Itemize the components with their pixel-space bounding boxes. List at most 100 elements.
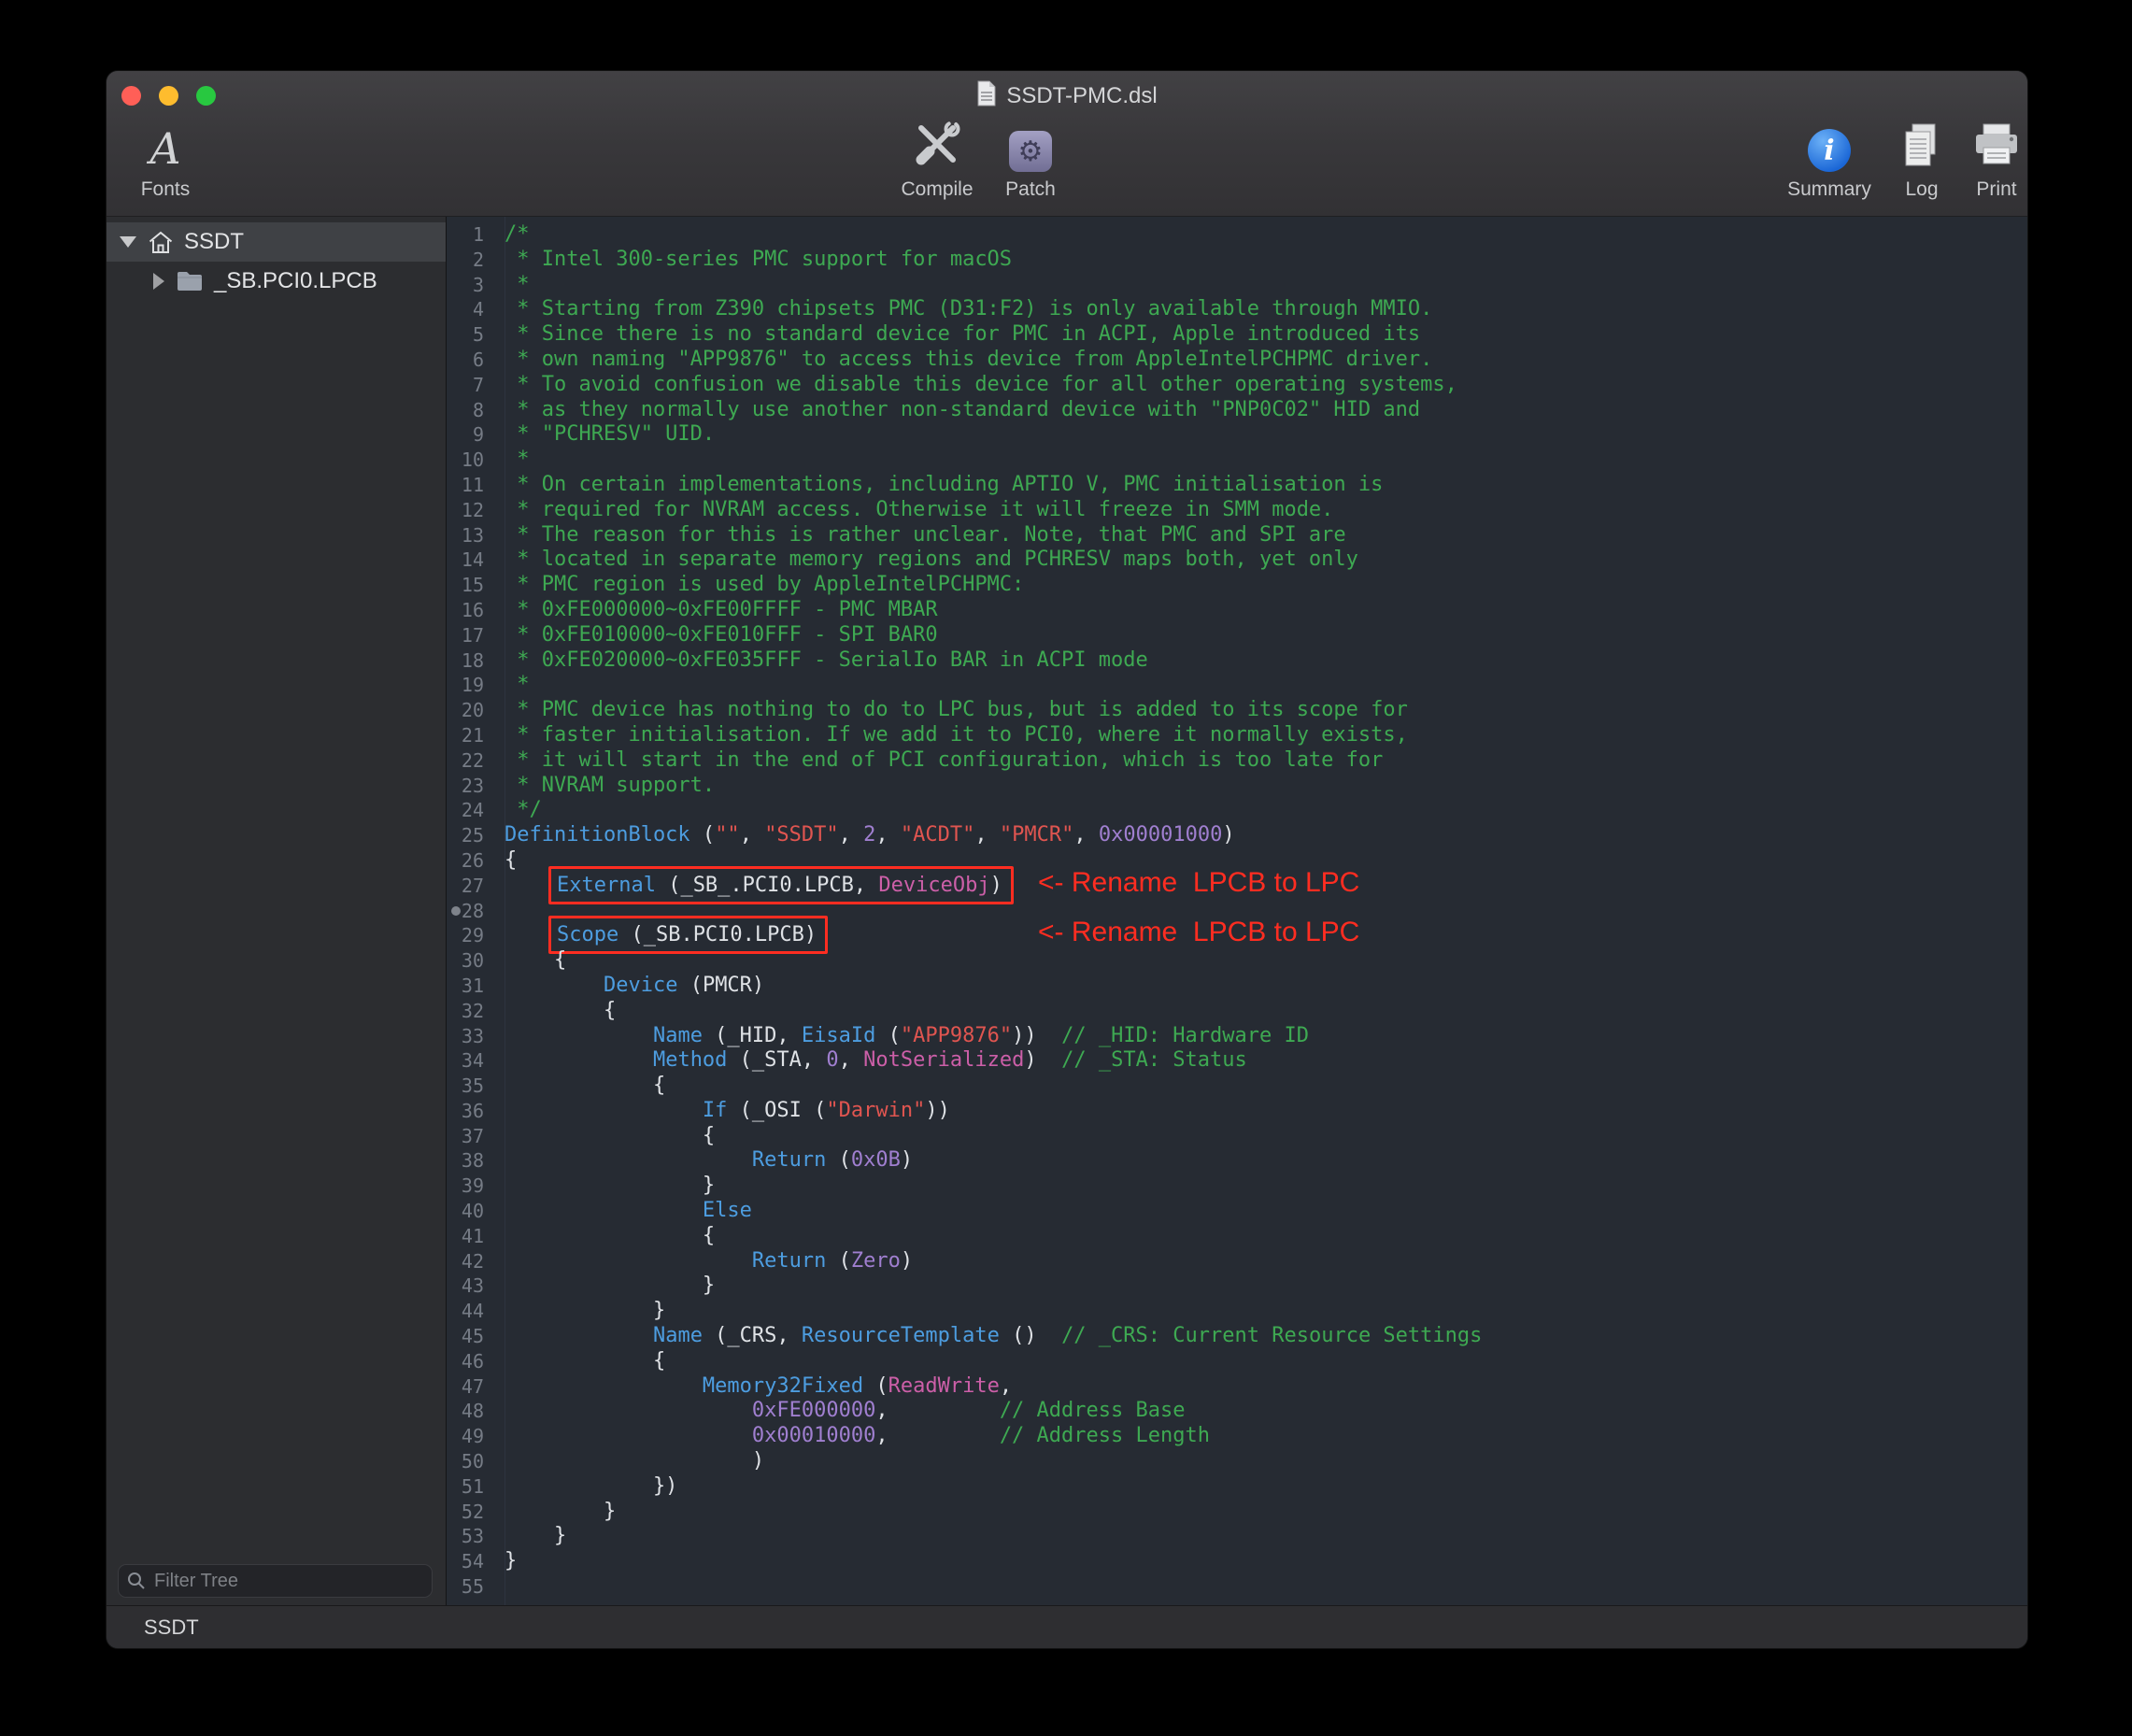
line-number: 11 [447, 473, 493, 498]
line-number: 14 [447, 548, 493, 573]
patch-label: Patch [1005, 178, 1056, 201]
print-label: Print [1976, 178, 2016, 201]
code-line: 1/* [447, 222, 2027, 248]
code-line: 37 { [447, 1124, 2027, 1149]
code-line: 5 * Since there is no standard device fo… [447, 322, 2027, 348]
code-line: 4 * Starting from Z390 chipsets PMC (D31… [447, 297, 2027, 322]
line-number: 10 [447, 448, 493, 473]
line-number: 1 [447, 222, 493, 248]
fonts-button[interactable]: A Fonts [123, 121, 207, 201]
line-number: 47 [447, 1374, 493, 1400]
line-number: 15 [447, 573, 493, 598]
gear-icon: ⚙ [1018, 135, 1044, 168]
compile-button[interactable]: Compile [886, 121, 988, 201]
line-number: 52 [447, 1500, 493, 1525]
line-number: 44 [447, 1299, 493, 1324]
statusbar: SSDT [107, 1605, 2027, 1648]
code-line: 9 * "PCHRESV" UID. [447, 422, 2027, 448]
code-line: 51 }) [447, 1474, 2027, 1500]
code-line: 21 * faster initialisation. If we add it… [447, 723, 2027, 748]
line-number: 48 [447, 1399, 493, 1424]
code-line: 41 { [447, 1224, 2027, 1249]
code-line: 43 } [447, 1274, 2027, 1299]
code-line: 29 Scope (_SB.PCI0.LPCB)<- Rename LPCB t… [447, 923, 2027, 948]
compile-label: Compile [901, 178, 973, 201]
fonts-icon: A [149, 125, 180, 172]
code-line: 31 Device (PMCR) [447, 974, 2027, 999]
line-number: 32 [447, 999, 493, 1024]
line-number: 18 [447, 648, 493, 674]
line-number: 17 [447, 623, 493, 648]
line-number: 6 [447, 348, 493, 373]
line-number: 20 [447, 698, 493, 723]
statusbar-text: SSDT [144, 1615, 199, 1640]
code-line: 53 } [447, 1524, 2027, 1549]
line-number: 8 [447, 398, 493, 423]
code-line: 8 * as they normally use another non-sta… [447, 398, 2027, 423]
line-number: 26 [447, 848, 493, 874]
patch-button[interactable]: ⚙ Patch [988, 121, 1073, 201]
code-line: 39 } [447, 1174, 2027, 1199]
line-number: 49 [447, 1424, 493, 1449]
line-number: 54 [447, 1549, 493, 1574]
patch-icon: ⚙ [1009, 131, 1052, 172]
code-line: 17 * 0xFE010000~0xFE010FFF - SPI BAR0 [447, 623, 2027, 648]
filter-tree-input[interactable] [118, 1564, 433, 1598]
line-number: 7 [447, 373, 493, 398]
code-line: 19 * [447, 673, 2027, 698]
line-number: 36 [447, 1099, 493, 1124]
code-line: 20 * PMC device has nothing to do to LPC… [447, 698, 2027, 723]
line-number: 16 [447, 598, 493, 623]
compile-tools-icon [910, 121, 964, 172]
line-number: 19 [447, 673, 493, 698]
tree-item-ssdt[interactable]: SSDT [107, 222, 446, 262]
code-line: 40 Else [447, 1199, 2027, 1224]
tree-item-label: _SB.PCI0.LPCB [214, 268, 377, 294]
info-icon: i [1808, 129, 1851, 172]
line-number: 3 [447, 273, 493, 298]
line-number: 39 [447, 1174, 493, 1199]
line-number: 27 [447, 874, 493, 899]
line-number: 2 [447, 248, 493, 273]
code-line: 45 Name (_CRS, ResourceTemplate () // _C… [447, 1324, 2027, 1349]
tree-item-sb-pci0-lpcb[interactable]: _SB.PCI0.LPCB [107, 262, 446, 301]
code-line: 47 Memory32Fixed (ReadWrite, [447, 1374, 2027, 1400]
code-line: 52 } [447, 1500, 2027, 1525]
tree-item-label: SSDT [184, 229, 244, 255]
disclosure-right-icon[interactable] [153, 273, 164, 290]
code-line: 49 0x00010000, // Address Length [447, 1424, 2027, 1449]
code-line: 12 * required for NVRAM access. Otherwis… [447, 498, 2027, 523]
code-line: 42 Return (Zero) [447, 1249, 2027, 1274]
line-number: 53 [447, 1524, 493, 1549]
home-icon [148, 230, 174, 255]
line-number: 13 [447, 523, 493, 548]
code-line: 13 * The reason for this is rather uncle… [447, 523, 2027, 548]
line-number: 46 [447, 1349, 493, 1374]
code-line: 22 * it will start in the end of PCI con… [447, 748, 2027, 774]
line-number: 23 [447, 774, 493, 799]
code-line: 48 0xFE000000, // Address Base [447, 1399, 2027, 1424]
code-line: 3 * [447, 273, 2027, 298]
line-number: 35 [447, 1074, 493, 1099]
line-number: 9 [447, 422, 493, 448]
log-button[interactable]: Log [1884, 121, 1959, 201]
disclosure-down-icon[interactable] [120, 236, 136, 248]
window-title-text: SSDT-PMC.dsl [1006, 83, 1157, 109]
titlebar-toolbar: SSDT-PMC.dsl A Fonts Compile [107, 71, 2027, 217]
rename-annotation: <- Rename LPCB to LPC [1038, 917, 1359, 948]
line-number: 45 [447, 1324, 493, 1349]
filter-tree-field [118, 1564, 433, 1598]
log-label: Log [1905, 178, 1938, 201]
search-icon [127, 1572, 146, 1595]
line-number: 50 [447, 1449, 493, 1474]
main-area: SSDT _SB.PCI0.LPCB [107, 217, 2027, 1605]
code-line: 35 { [447, 1074, 2027, 1099]
summary-button[interactable]: i Summary [1783, 121, 1876, 201]
line-number: 29 [447, 923, 493, 948]
folder-icon [176, 270, 204, 292]
code-line: 18 * 0xFE020000~0xFE035FFF - SerialIo BA… [447, 648, 2027, 674]
code-editor[interactable]: 1/*2 * Intel 300-series PMC support for … [447, 217, 2027, 1605]
line-number: 25 [447, 823, 493, 848]
code-line: 14 * located in separate memory regions … [447, 548, 2027, 573]
print-button[interactable]: Print [1959, 121, 2027, 201]
